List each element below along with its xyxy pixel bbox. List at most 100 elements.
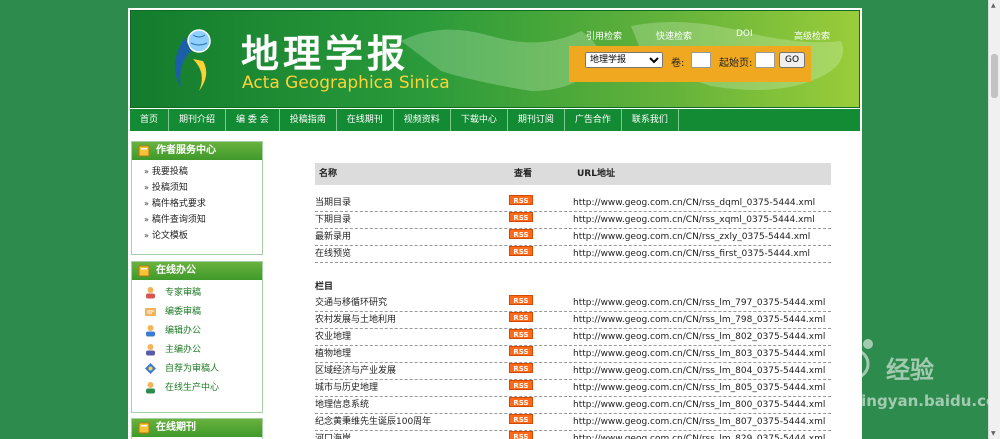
nav-home[interactable]: 首页 bbox=[130, 109, 170, 131]
watermark-text: 经验 bbox=[886, 356, 934, 384]
rss-feed-button[interactable]: RSS bbox=[509, 212, 533, 222]
nav-online-journal[interactable]: 在线期刊 bbox=[337, 109, 394, 131]
paw-icon bbox=[835, 333, 873, 380]
rss-row-name: 交通与移循环研究 bbox=[315, 298, 388, 308]
scroll-up-icon[interactable]: ▲ bbox=[991, 2, 996, 9]
nav-journal-intro[interactable]: 期刊介绍 bbox=[169, 109, 227, 131]
rss-row-url[interactable]: http://www.geog.com.cn/CN/rss_zxly_0375-… bbox=[573, 229, 810, 245]
sidebar-item-submit[interactable]: » 我要投稿 bbox=[144, 164, 262, 180]
book-icon bbox=[138, 265, 150, 277]
link-quick-search[interactable]: 快速检索 bbox=[656, 29, 692, 42]
author-service-box: 作者服务中心 » 我要投稿 » 投稿须知 » 稿件格式要求 » 稿件查询须知 » 论文模板 bbox=[131, 141, 263, 255]
rss-feed-button[interactable]: RSS bbox=[509, 195, 533, 205]
rss-row: 河口海岸 RSS http://www.geog.com.cn/CN/rss_lm_… bbox=[315, 431, 831, 439]
scroll-down-icon[interactable]: ▼ bbox=[991, 430, 996, 437]
sidebar-item-query[interactable]: » 稿件查询须知 bbox=[144, 212, 262, 228]
author-service-title: 作者服务中心 bbox=[156, 145, 216, 156]
rss-row-url[interactable]: http://www.geog.com.cn/CN/rss_lm_803_037… bbox=[573, 346, 825, 362]
rss-feed-button[interactable]: RSS bbox=[509, 329, 533, 339]
journal-select[interactable]: 地理学报 bbox=[585, 52, 663, 68]
nav-contact[interactable]: 联系我们 bbox=[622, 109, 679, 131]
rss-row-url[interactable]: http://www.geog.com.cn/CN/rss_lm_800_037… bbox=[573, 397, 825, 413]
nav-video[interactable]: 视频资料 bbox=[394, 109, 451, 131]
rss-row: 最新录用 RSS http://www.geog.com.cn/CN/rss_zxl… bbox=[315, 229, 831, 246]
rss-feed-button[interactable]: RSS bbox=[509, 246, 533, 256]
page-scrollbar[interactable]: ▲ ▼ bbox=[988, 0, 1000, 439]
rss-row-url[interactable]: http://www.geog.com.cn/CN/rss_first_0375… bbox=[573, 246, 810, 262]
rss-row-name: 下期目录 bbox=[315, 215, 352, 225]
rss-feed-button[interactable]: RSS bbox=[509, 431, 533, 439]
office-item-production[interactable]: 在线生产中心 bbox=[144, 379, 262, 398]
sidebar-item-template[interactable]: » 论文模板 bbox=[144, 228, 262, 244]
expert-user-icon bbox=[146, 287, 155, 299]
editor-user-icon bbox=[146, 325, 155, 337]
rss-feed-button[interactable]: RSS bbox=[509, 363, 533, 373]
rss-row-url[interactable]: http://www.geog.com.cn/CN/rss_lm_829_037… bbox=[573, 431, 825, 439]
volume-input[interactable] bbox=[691, 52, 711, 68]
online-journal-title: 在线期刊 bbox=[156, 422, 196, 433]
rss-feed-button[interactable]: RSS bbox=[509, 295, 533, 305]
rss-rows-section: 交通与移循环研究 RSS http://www.geog.com.cn/CN/rss… bbox=[315, 295, 831, 439]
nav-download[interactable]: 下载中心 bbox=[451, 109, 508, 131]
pencil-icon bbox=[145, 308, 156, 316]
go-button[interactable]: GO bbox=[779, 52, 805, 68]
baidu-jingyan-watermark: 经验 jingyan.baidu.com bbox=[826, 320, 1000, 420]
link-citation-search[interactable]: 引用检索 bbox=[586, 29, 622, 42]
office-item-editor-review[interactable]: 编委审稿 bbox=[144, 303, 262, 322]
rss-row: 在线预览 RSS http://www.geog.com.cn/CN/rss_fir… bbox=[315, 246, 831, 263]
rss-row-url[interactable]: http://www.geog.com.cn/CN/rss_lm_804_037… bbox=[573, 363, 825, 379]
rss-feed-button[interactable]: RSS bbox=[509, 312, 533, 322]
office-item-label: 主编办公 bbox=[165, 345, 202, 355]
rss-row: 地理信息系统 RSS http://www.geog.com.cn/CN/rss_l… bbox=[315, 397, 831, 414]
rss-row-url[interactable]: http://www.geog.com.cn/CN/rss_lm_805_037… bbox=[573, 380, 825, 396]
scrollbar-thumb[interactable] bbox=[991, 54, 998, 98]
start-page-label: 起始页: bbox=[719, 58, 753, 69]
rss-row-url[interactable]: http://www.geog.com.cn/CN/rss_xqml_0375-… bbox=[573, 212, 815, 228]
rss-row-name: 城市与历史地理 bbox=[315, 383, 379, 393]
rss-row: 植物地理 RSS http://www.geog.com.cn/CN/rss_lm_… bbox=[315, 346, 831, 363]
rss-feed-button[interactable]: RSS bbox=[509, 346, 533, 356]
chief-user-icon bbox=[146, 344, 155, 356]
start-page-input[interactable] bbox=[755, 52, 775, 68]
rss-row-url[interactable]: http://www.geog.com.cn/CN/rss_lm_798_037… bbox=[573, 312, 825, 328]
online-office-box: 在线办公 专家审稿 编委审稿 编辑办公 主编办公 自荐为审稿人 在线生产中心 bbox=[131, 261, 263, 413]
nav-advertising[interactable]: 广告合作 bbox=[565, 109, 622, 131]
nav-editorial-board[interactable]: 编 委 会 bbox=[226, 109, 280, 131]
online-office-title: 在线办公 bbox=[156, 265, 196, 276]
sidebar-item-format[interactable]: » 稿件格式要求 bbox=[144, 196, 262, 212]
online-journal-box: 在线期刊 bbox=[131, 418, 263, 439]
office-item-self-recommend[interactable]: 自荐为审稿人 bbox=[144, 360, 262, 379]
rss-row: 纪念黄秉维先生诞辰100周年 RSS http://www.geog.com.cn/… bbox=[315, 414, 831, 431]
search-box: 地理学报 卷: 起始页: GO bbox=[569, 46, 811, 82]
arrow-icon: » bbox=[144, 167, 149, 176]
rss-row-url[interactable]: http://www.geog.com.cn/CN/rss_lm_807_037… bbox=[573, 414, 825, 430]
rss-feed-button[interactable]: RSS bbox=[509, 380, 533, 390]
office-item-editor-office[interactable]: 编辑办公 bbox=[144, 322, 262, 341]
rss-row-name: 最新录用 bbox=[315, 232, 352, 242]
sidebar-item-label: 我要投稿 bbox=[151, 167, 188, 177]
nav-subscribe[interactable]: 期刊订阅 bbox=[508, 109, 565, 131]
nav-submission-guide[interactable]: 投稿指南 bbox=[280, 109, 337, 131]
rss-feed-button[interactable]: RSS bbox=[509, 414, 533, 424]
rss-feed-button[interactable]: RSS bbox=[509, 229, 533, 239]
rss-table: 名称 查看 URL地址 当期目录 RSS http://www.geog.com.c… bbox=[315, 163, 831, 439]
book-icon bbox=[138, 145, 150, 157]
section-title: 栏目 bbox=[315, 282, 334, 292]
rss-row-name: 河口海岸 bbox=[315, 434, 352, 439]
header-view: 查看 bbox=[514, 169, 533, 179]
sidebar-item-notes[interactable]: » 投稿须知 bbox=[144, 180, 262, 196]
arrow-icon: » bbox=[144, 215, 149, 224]
rss-row-url[interactable]: http://www.geog.com.cn/CN/rss_lm_797_037… bbox=[573, 295, 825, 311]
link-doi[interactable]: DOI bbox=[736, 29, 753, 39]
office-item-label: 专家审稿 bbox=[165, 288, 202, 298]
office-item-label: 编委审稿 bbox=[165, 307, 202, 317]
office-item-chief-office[interactable]: 主编办公 bbox=[144, 341, 262, 360]
rss-row-name: 农村发展与土地利用 bbox=[315, 315, 397, 325]
header-name: 名称 bbox=[319, 169, 338, 179]
office-item-expert-review[interactable]: 专家审稿 bbox=[144, 284, 262, 303]
rss-row-url[interactable]: http://www.geog.com.cn/CN/rss_dqml_0375-… bbox=[573, 195, 815, 211]
link-advanced-search[interactable]: 高级检索 bbox=[794, 29, 830, 42]
rss-row-url[interactable]: http://www.geog.com.cn/CN/rss_lm_802_037… bbox=[573, 329, 825, 345]
office-item-label: 在线生产中心 bbox=[165, 383, 220, 393]
rss-feed-button[interactable]: RSS bbox=[509, 397, 533, 407]
